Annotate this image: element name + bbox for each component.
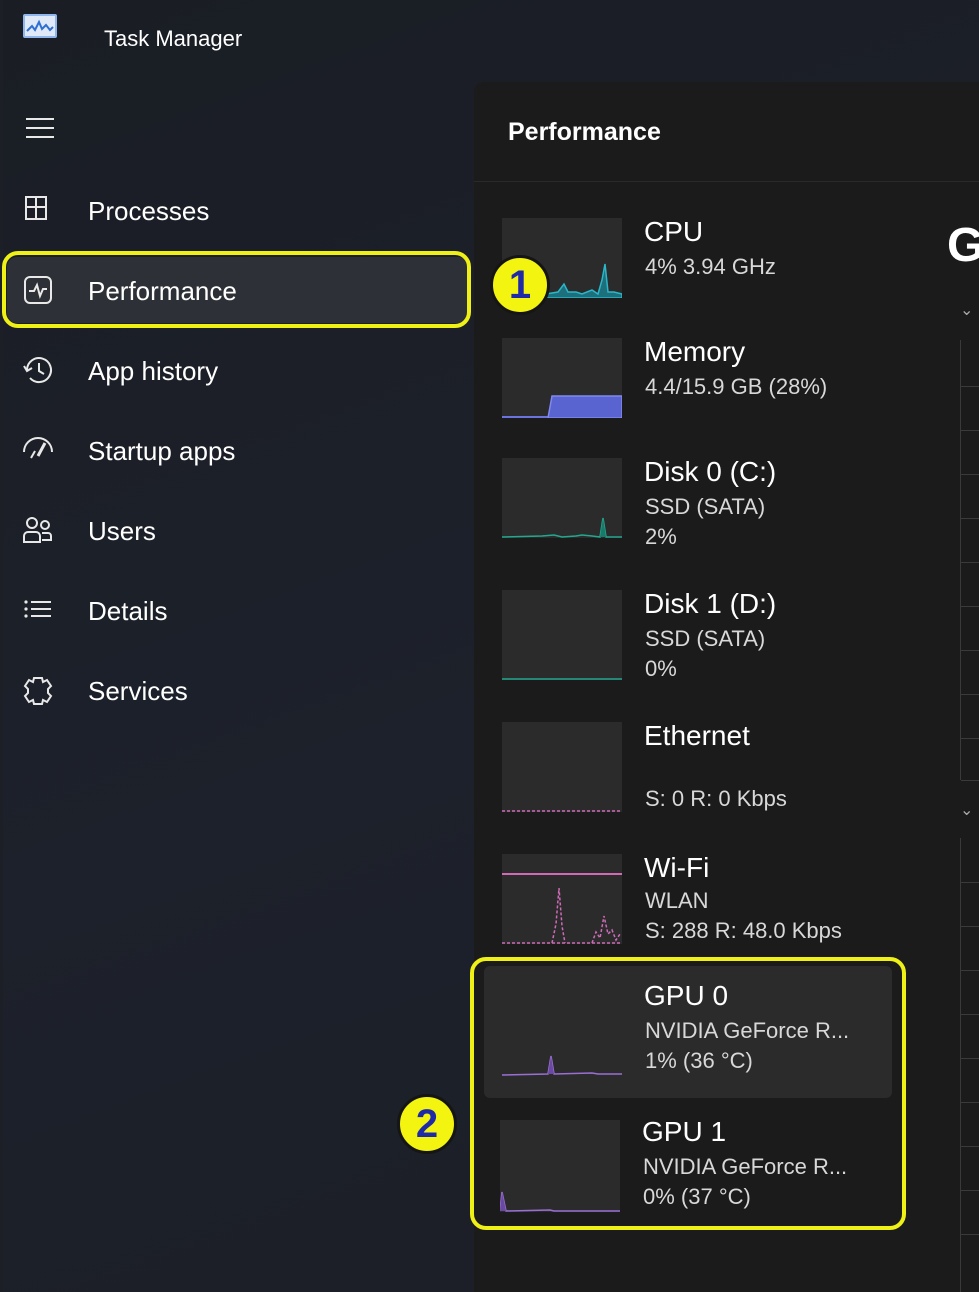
grid-line: [961, 1014, 979, 1015]
perf-item-name: CPU: [644, 216, 704, 247]
grid-line: [961, 474, 979, 475]
wifi-graph: [502, 854, 622, 944]
users-icon: [23, 517, 52, 543]
grid-line: [961, 780, 979, 781]
memory-graph: [502, 338, 622, 418]
history-icon: [23, 357, 52, 384]
grid-line: [961, 1190, 979, 1191]
sidebar-item-users[interactable]: Users: [7, 497, 469, 563]
task-manager-app-icon: [23, 14, 57, 38]
perf-item-memory[interactable]: Memory 4.4/15.9 GB (28%): [474, 332, 894, 452]
grid-line: [961, 1102, 979, 1103]
graph-frame: [960, 838, 961, 1292]
chevron-down-icon[interactable]: ⌄: [960, 300, 973, 320]
grid-line: [961, 1146, 979, 1147]
perf-item-name: Disk 0 (C:): [644, 456, 777, 487]
disk-1-graph: [502, 590, 622, 680]
annotation-badge-1: 1: [490, 255, 550, 315]
grid-line: [961, 882, 979, 883]
grid-line: [961, 650, 979, 651]
perf-item-detail: WLAN: [645, 888, 709, 913]
perf-item-ethernet[interactable]: Ethernet S: 0 R: 0 Kbps: [474, 716, 894, 836]
grid-line: [961, 1058, 979, 1059]
perf-item-wifi[interactable]: Wi-Fi WLAN S: 288 R: 48.0 Kbps: [474, 848, 894, 968]
chevron-down-icon[interactable]: ⌄: [960, 800, 973, 820]
startup-icon: [23, 437, 53, 459]
graph-frame: [960, 340, 961, 780]
perf-item-detail: S: 0 R: 0 Kbps: [645, 786, 787, 811]
panel-header: Performance: [474, 82, 979, 182]
perf-item-value: S: 288 R: 48.0 Kbps: [645, 918, 842, 943]
sidebar-item-services[interactable]: Services: [7, 657, 469, 723]
annotation-highlight-performance: [2, 251, 471, 328]
disk-0-graph: [502, 458, 622, 538]
sidebar-item-processes[interactable]: Processes: [7, 177, 469, 243]
title-bar: Task Manager: [3, 0, 979, 80]
grid-line: [961, 518, 979, 519]
perf-item-detail: 4.4/15.9 GB (28%): [645, 374, 828, 399]
grid-line: [961, 1234, 979, 1235]
perf-item-detail: SSD (SATA): [645, 494, 766, 519]
partial-heading: G: [947, 219, 979, 272]
perf-item-value: 0%: [645, 656, 677, 681]
details-icon: [24, 600, 51, 618]
grid-line: [961, 926, 979, 927]
annotation-badge-2: 2: [397, 1094, 457, 1154]
ethernet-graph: [502, 722, 622, 812]
perf-item-name: Memory: [644, 336, 746, 367]
perf-item-name: Wi-Fi: [644, 852, 710, 883]
sidebar-item-label: Startup apps: [88, 436, 236, 466]
perf-item-name: Ethernet: [644, 720, 750, 751]
sidebar-item-label: App history: [88, 356, 219, 386]
grid-line: [961, 606, 979, 607]
services-icon: [23, 677, 53, 705]
sidebar-item-label: Users: [88, 516, 156, 546]
grid-line: [961, 694, 979, 695]
perf-item-name: Disk 1 (D:): [644, 588, 777, 619]
app-title: Task Manager: [104, 26, 243, 51]
sidebar-item-label: Details: [88, 596, 168, 626]
grid-line: [961, 430, 979, 431]
task-manager-window: Task Manager Processes Performance App h…: [2, 0, 979, 1292]
sidebar-item-details[interactable]: Details: [7, 577, 469, 643]
sidebar-item-label: Services: [88, 676, 188, 706]
sidebar-item-startup-apps[interactable]: Startup apps: [7, 417, 469, 483]
grid-line: [961, 386, 979, 387]
perf-item-value: 2%: [645, 524, 677, 549]
perf-item-detail: SSD (SATA): [645, 626, 766, 651]
grid-line: [961, 738, 979, 739]
page-title: Performance: [508, 118, 661, 146]
processes-icon: [25, 196, 47, 220]
grid-line: [961, 970, 979, 971]
perf-item-detail: 4% 3.94 GHz: [645, 254, 776, 279]
perf-item-disk-1[interactable]: Disk 1 (D:) SSD (SATA) 0%: [474, 584, 894, 704]
annotation-highlight-gpus: [470, 957, 906, 1230]
menu-toggle-icon[interactable]: [23, 112, 57, 142]
sidebar-item-app-history[interactable]: App history: [7, 337, 469, 403]
perf-item-disk-0[interactable]: Disk 0 (C:) SSD (SATA) 2%: [474, 452, 894, 572]
sidebar-item-label: Processes: [88, 196, 210, 226]
grid-line: [961, 562, 979, 563]
